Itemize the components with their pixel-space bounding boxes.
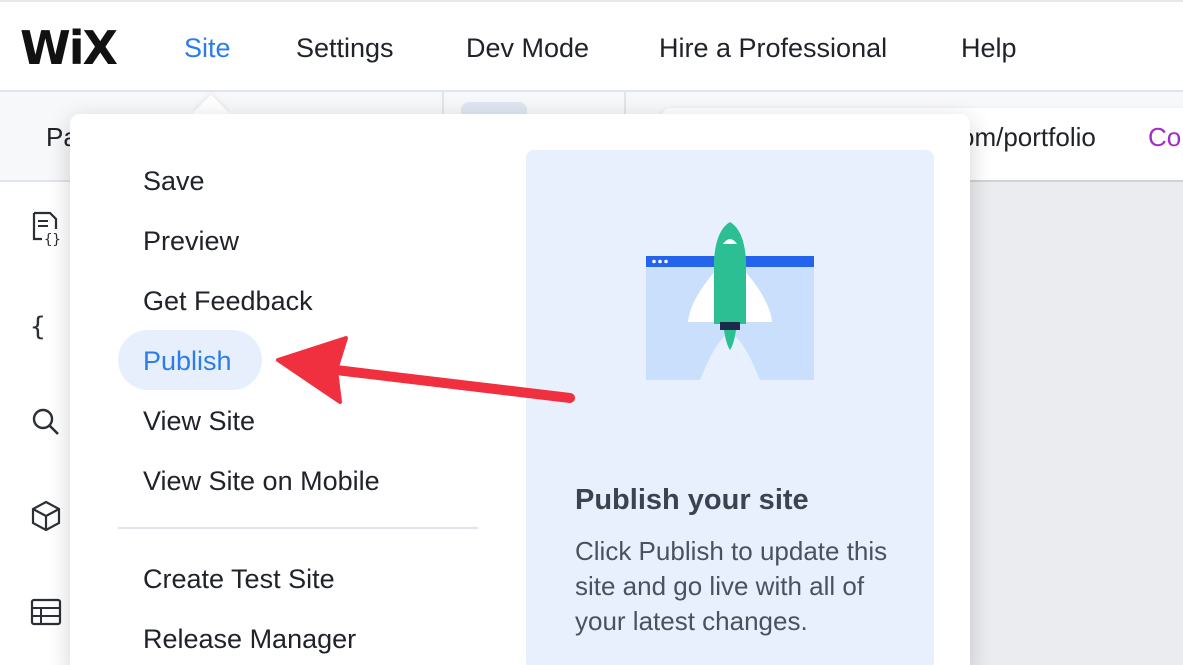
nav-settings[interactable]: Settings — [296, 32, 394, 64]
svg-text:{ }: { } — [30, 312, 64, 342]
menu-item-view-site-mobile[interactable]: View Site on Mobile — [143, 464, 380, 498]
menu-item-create-test-site[interactable]: Create Test Site — [143, 562, 335, 596]
nav-site[interactable]: Site — [184, 32, 231, 64]
nav-help[interactable]: Help — [961, 32, 1017, 64]
panel-description: Click Publish to update this site and go… — [575, 536, 888, 636]
menu-item-save[interactable]: Save — [143, 164, 205, 198]
menu-item-get-feedback[interactable]: Get Feedback — [143, 284, 313, 318]
url-connect-link[interactable]: Co — [1148, 122, 1181, 153]
menu-item-release-manager[interactable]: Release Manager — [143, 622, 356, 656]
menu-item-preview[interactable]: Preview — [143, 224, 239, 258]
publish-info-panel: Publish your site Click Publish to updat… — [526, 150, 934, 665]
package-icon[interactable] — [28, 498, 64, 534]
menu-item-publish[interactable]: Publish — [143, 344, 232, 378]
wix-logo[interactable]: WiX — [20, 24, 118, 72]
search-icon[interactable] — [28, 404, 64, 440]
nav-hire-professional[interactable]: Hire a Professional — [659, 32, 887, 64]
table-icon[interactable] — [28, 594, 64, 630]
nav-dev-mode[interactable]: Dev Mode — [466, 32, 589, 64]
top-menu-bar: WiX Site Settings Dev Mode Hire a Profes… — [0, 0, 1183, 92]
menu-item-view-site[interactable]: View Site — [143, 404, 255, 438]
page-code-icon[interactable]: {} — [28, 210, 64, 246]
annotation-arrow — [276, 336, 575, 404]
curly-braces-icon[interactable]: { } — [28, 308, 64, 344]
site-url-text: om/portfolio — [960, 122, 1096, 152]
svg-text:{}: {} — [44, 232, 61, 246]
menu-separator — [118, 527, 478, 529]
panel-title: Publish your site — [575, 484, 809, 516]
rocket-illustration — [646, 222, 814, 380]
